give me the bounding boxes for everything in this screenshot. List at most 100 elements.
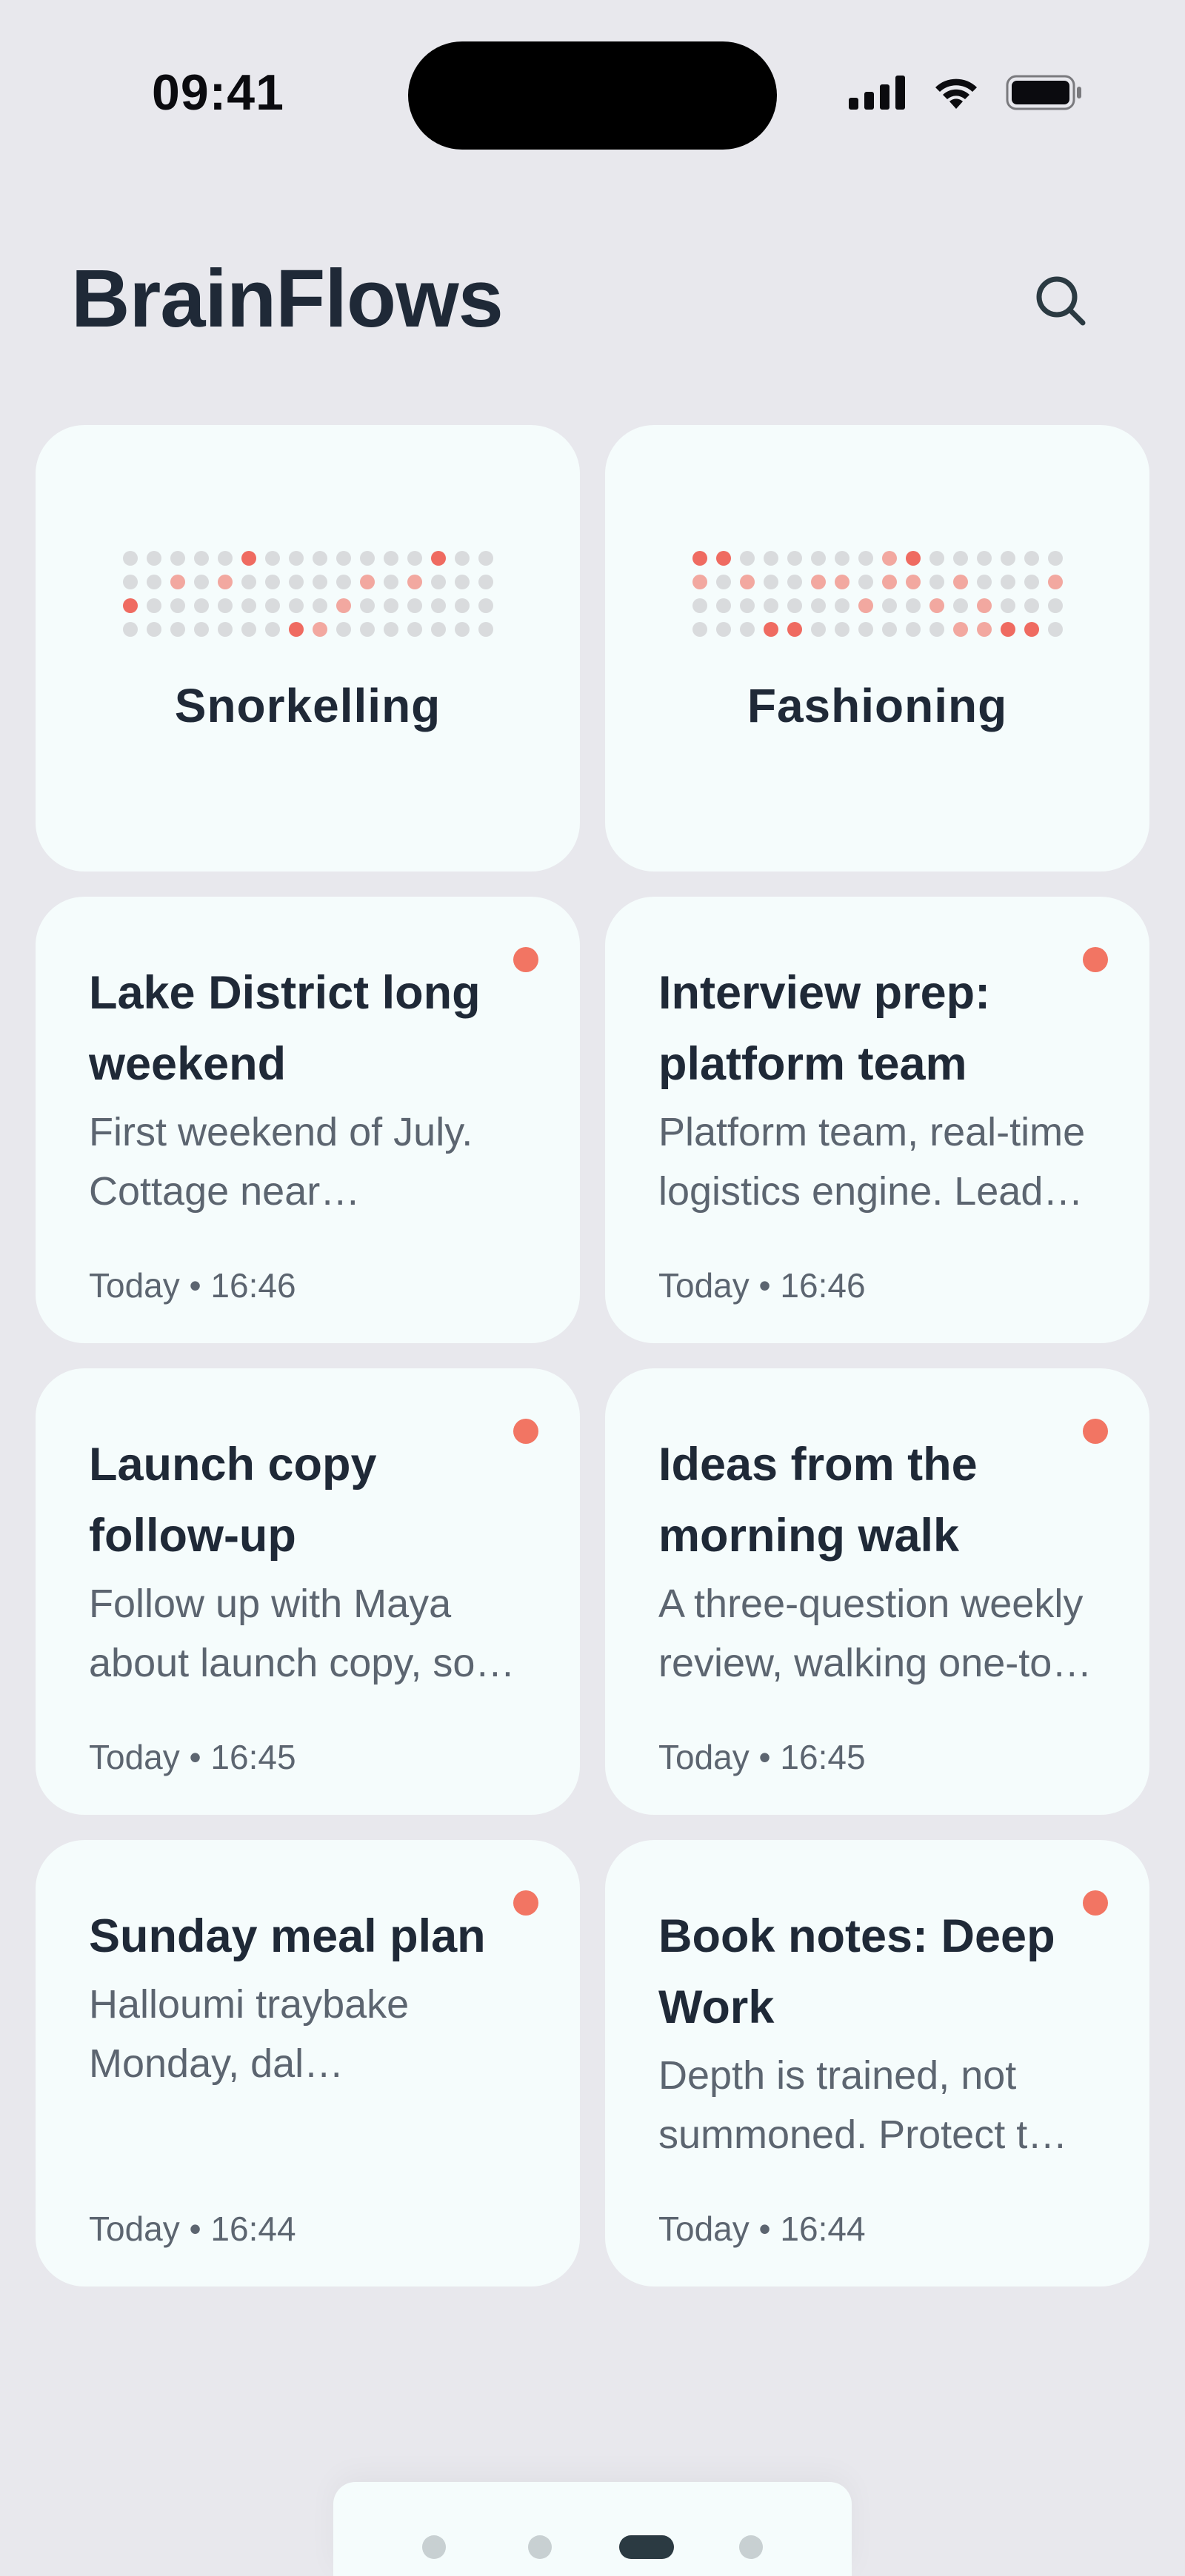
pattern-dot: [976, 575, 992, 589]
note-timestamp: Today • 16:44: [658, 2209, 866, 2248]
cellular-signal-icon: [849, 76, 905, 110]
pattern-dot: [336, 551, 351, 566]
pattern-dot: [905, 575, 921, 589]
pattern-dot: [241, 551, 256, 566]
pattern-dot: [881, 551, 897, 566]
pattern-dot: [407, 575, 422, 589]
pattern-dot: [454, 622, 470, 637]
page-dot[interactable]: [528, 2535, 552, 2559]
flow-card-snorkelling[interactable]: Snorkelling: [36, 425, 580, 872]
pattern-dot: [810, 622, 826, 637]
pattern-dot: [881, 622, 897, 637]
pattern-dot: [1000, 598, 1015, 613]
pattern-dot: [810, 551, 826, 566]
flow-title: Snorkelling: [174, 679, 441, 732]
note-preview: Halloumi traybake Monday, dal Wednesday.…: [89, 1982, 410, 2086]
pattern-dot: [383, 598, 398, 613]
pattern-dot: [217, 598, 233, 613]
pattern-dot: [241, 598, 256, 613]
pattern-dot: [407, 598, 422, 613]
pattern-dot: [834, 598, 849, 613]
note-preview: First weekend of July. Cottage near Ambl…: [89, 1110, 473, 1214]
pattern-dot: [430, 622, 446, 637]
pattern-dot: [1024, 551, 1039, 566]
pattern-dot: [739, 551, 755, 566]
flow-card-fashioning[interactable]: Fashioning: [605, 425, 1149, 872]
pattern-dot: [905, 598, 921, 613]
pattern-dot: [1000, 622, 1015, 637]
pattern-dot: [976, 551, 992, 566]
page-dot[interactable]: [619, 2535, 674, 2559]
pattern-dot: [1047, 575, 1063, 589]
pattern-dot: [478, 551, 493, 566]
note-card[interactable]: Ideas from the morning walk A three-ques…: [605, 1368, 1149, 1815]
pattern-dot: [739, 598, 755, 613]
pattern-dot: [383, 622, 398, 637]
pattern-dot: [1024, 622, 1039, 637]
pattern-dot: [217, 622, 233, 637]
pattern-dot: [430, 598, 446, 613]
pattern-dot: [122, 622, 138, 637]
pattern-dot: [146, 551, 161, 566]
pattern-dot: [1047, 622, 1063, 637]
note-preview: A three-question weekly review, walking …: [658, 1582, 1084, 1685]
flow-dot-pattern: [122, 551, 493, 637]
pattern-dot: [1047, 598, 1063, 613]
page-dot[interactable]: [422, 2535, 446, 2559]
flow-title: Fashioning: [747, 679, 1008, 732]
pattern-dot: [359, 551, 375, 566]
pattern-dot: [787, 598, 802, 613]
pattern-dot: [739, 622, 755, 637]
pattern-dot: [905, 551, 921, 566]
unread-indicator: [513, 947, 538, 972]
note-preview: Depth is trained, not summoned. Protect …: [658, 2053, 1079, 2157]
pattern-dot: [715, 551, 731, 566]
note-card[interactable]: Sunday meal plan Halloumi traybake Monda…: [36, 1840, 580, 2286]
pattern-dot: [715, 598, 731, 613]
pattern-dot: [336, 598, 351, 613]
dynamic-island: [408, 41, 777, 150]
pattern-dot: [288, 598, 304, 613]
note-timestamp: Today • 16:46: [89, 1266, 296, 1305]
status-time: 09:41: [152, 64, 284, 121]
note-card[interactable]: Book notes: Deep Work Depth is trained, …: [605, 1840, 1149, 2286]
note-card[interactable]: Launch copy follow-up Follow up with May…: [36, 1368, 580, 1815]
search-button[interactable]: [1022, 262, 1099, 339]
pattern-dot: [692, 575, 707, 589]
pattern-dot: [858, 622, 873, 637]
note-timestamp: Today • 16:44: [89, 2209, 296, 2248]
pattern-dot: [715, 622, 731, 637]
pattern-dot: [715, 575, 731, 589]
pattern-dot: [454, 575, 470, 589]
note-timestamp: Today • 16:46: [658, 1266, 866, 1305]
pattern-dot: [170, 551, 185, 566]
pattern-dot: [692, 622, 707, 637]
pattern-dot: [312, 598, 327, 613]
pattern-dot: [763, 622, 778, 637]
pattern-dot: [122, 598, 138, 613]
pattern-dot: [383, 551, 398, 566]
pattern-dot: [929, 575, 944, 589]
pattern-dot: [430, 575, 446, 589]
pattern-dot: [241, 622, 256, 637]
pattern-dot: [1047, 551, 1063, 566]
pattern-dot: [478, 598, 493, 613]
wifi-icon: [935, 78, 977, 109]
pattern-dot: [312, 575, 327, 589]
pattern-dot: [929, 598, 944, 613]
pattern-dot: [336, 622, 351, 637]
pattern-dot: [217, 551, 233, 566]
note-card[interactable]: Interview prep: platform team Platform t…: [605, 897, 1149, 1343]
page-dot[interactable]: [739, 2535, 763, 2559]
pattern-dot: [454, 598, 470, 613]
pattern-dot: [1000, 551, 1015, 566]
pattern-dot: [407, 622, 422, 637]
pattern-dot: [834, 575, 849, 589]
pattern-dot: [430, 551, 446, 566]
pattern-dot: [383, 575, 398, 589]
pattern-dot: [929, 551, 944, 566]
pattern-dot: [881, 575, 897, 589]
status-icons: [849, 74, 1083, 111]
note-card[interactable]: Lake District long weekend First weekend…: [36, 897, 580, 1343]
unread-indicator: [513, 1419, 538, 1444]
